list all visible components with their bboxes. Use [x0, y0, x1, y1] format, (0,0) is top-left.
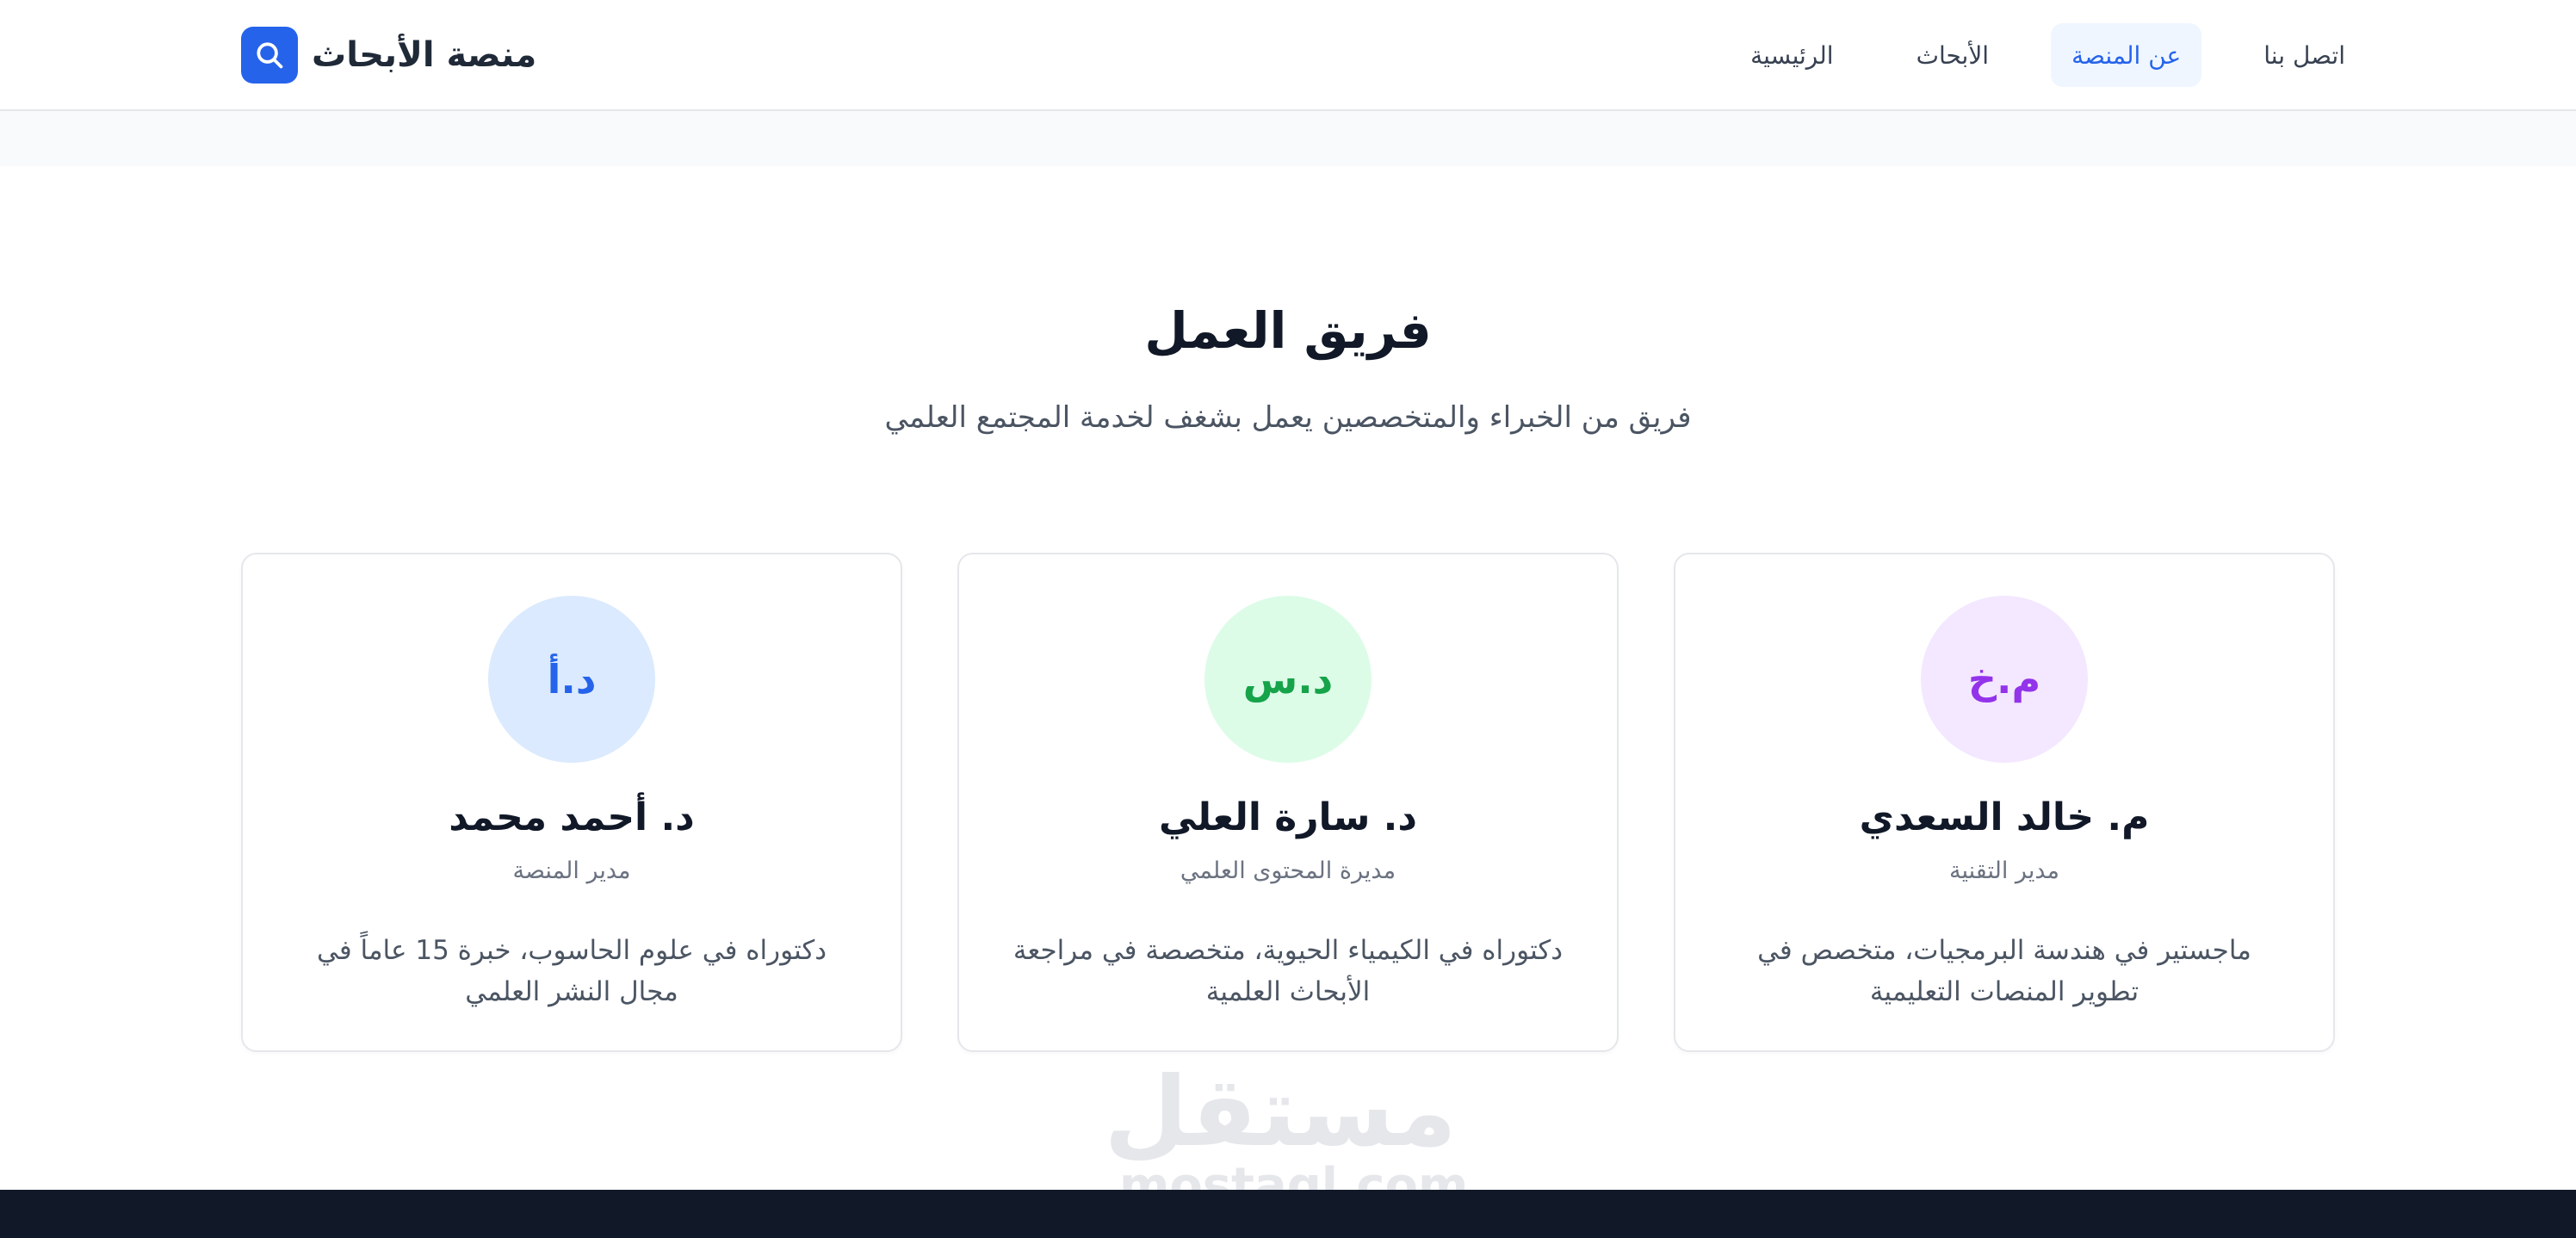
member-name: د. سارة العلي [1159, 795, 1417, 839]
nav-link-about[interactable]: عن المنصة [2051, 23, 2202, 87]
member-name: د. أحمد محمد [449, 795, 695, 839]
hero-section-bottom [0, 111, 2576, 166]
member-role: مديرة المحتوى العلمي [1180, 857, 1396, 884]
nav-link-contact[interactable]: اتصل بنا [2243, 23, 2366, 87]
page: منصة الأبحاث اتصل بنا عن المنصة الأبحاث … [0, 0, 2576, 1238]
nav-link-research[interactable]: الأبحاث [1896, 23, 2010, 87]
member-name: م. خالد السعدي [1859, 795, 2150, 839]
team-member-card: م.خ م. خالد السعدي مدير التقنية ماجستير … [1674, 553, 2335, 1052]
team-member-card: د.أ د. أحمد محمد مدير المنصة دكتوراه في … [241, 553, 902, 1052]
member-role: مدير المنصة [512, 857, 631, 884]
avatar: م.خ [1921, 596, 2088, 763]
top-navbar: منصة الأبحاث اتصل بنا عن المنصة الأبحاث … [0, 0, 2576, 111]
member-role: مدير التقنية [1949, 857, 2059, 884]
section-subtitle: فريق من الخبراء والمتخصصين يعمل بشغف لخد… [884, 400, 1692, 435]
avatar: د.أ [488, 596, 655, 763]
main-nav: اتصل بنا عن المنصة الأبحاث الرئيسية [1730, 23, 2366, 87]
member-description: دكتوراه في علوم الحاسوب، خبرة 15 عاماً ف… [316, 935, 827, 1007]
nav-link-home[interactable]: الرئيسية [1730, 23, 1854, 87]
brand-name: منصة الأبحاث [312, 35, 537, 75]
team-member-card: د.س د. سارة العلي مديرة المحتوى العلمي د… [957, 553, 1619, 1052]
watermark-logo: مستقل [1104, 1056, 1458, 1168]
section-title: فريق العمل [1144, 301, 1432, 360]
member-description: دكتوراه في الكيمياء الحيوية، متخصصة في م… [1012, 935, 1564, 1007]
member-description: ماجستير في هندسة البرمجيات، متخصص في تطو… [1757, 935, 2251, 1007]
avatar: د.س [1204, 596, 1372, 763]
footer [0, 1190, 2576, 1238]
search-icon [241, 27, 298, 84]
brand-logo-link[interactable]: منصة الأبحاث [241, 27, 536, 84]
